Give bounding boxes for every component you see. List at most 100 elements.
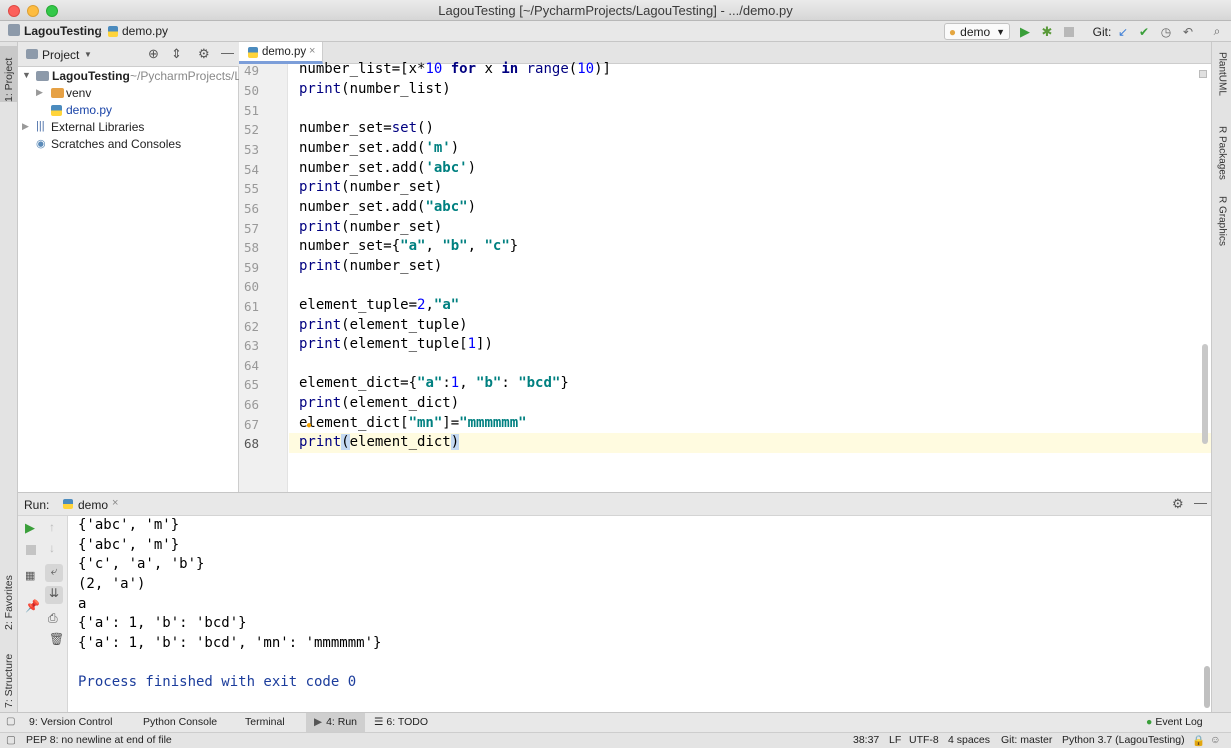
tree-item-demo-py[interactable]: demo.py (18, 102, 239, 119)
breadcrumb-project[interactable]: LagouTesting (24, 24, 102, 38)
line-number: 67 (243, 417, 259, 432)
gear-icon[interactable]: ⚙ (198, 46, 210, 62)
line-number: 49 (243, 63, 259, 78)
pin-icon[interactable]: 📌 (25, 599, 40, 613)
inspector-icon[interactable]: ☺ (1210, 734, 1221, 746)
arrow-down-icon[interactable]: ↓ (49, 541, 55, 555)
code-line: print(number_set) (299, 179, 443, 195)
line-number: 61 (243, 299, 259, 314)
status-icon[interactable]: ▢ (6, 734, 16, 746)
revert-icon[interactable]: ↶ (1181, 23, 1195, 40)
title-bar: LagouTesting [~/PycharmProjects/LagouTes… (0, 0, 1231, 21)
run-config-tab[interactable]: demo (78, 498, 108, 512)
hide-panel-icon[interactable]: — (221, 45, 234, 60)
list-icon: ☰ (374, 716, 384, 728)
locate-icon[interactable]: ⊕ (148, 46, 159, 62)
file-encoding[interactable]: UTF-8 (909, 734, 939, 746)
tab-run[interactable]: ▶ 4: Run (306, 713, 366, 732)
toggle-tool-windows-icon[interactable]: ▢ (6, 716, 15, 727)
code-line: element_tuple=2,"a" (299, 297, 460, 313)
run-config-label: demo (960, 24, 991, 39)
library-icon: ||| (36, 120, 45, 132)
python-file-icon (108, 26, 118, 37)
tab-label: Python Console (143, 716, 218, 728)
line-number: 60 (243, 279, 259, 294)
status-bar: ▢ PEP 8: no newline at end of file 38:37… (0, 732, 1231, 748)
console-scrollbar-thumb[interactable] (1204, 666, 1210, 708)
navigation-bar: LagouTesting › demo.py ● demo ▼ ▶ ✱ Git:… (0, 21, 1231, 42)
line-number: 66 (243, 397, 259, 412)
run-icon: ▶ (314, 716, 323, 728)
close-icon[interactable]: × (309, 45, 315, 57)
python-icon: ● (948, 24, 957, 39)
line-separator[interactable]: LF (889, 734, 901, 746)
scroll-to-end-icon[interactable]: ⇊ (45, 586, 63, 604)
project-panel: Project ▼ ⊕ ⇕ ⚙ — ▼ LagouTesting ~/Pycha… (18, 42, 239, 492)
print-icon[interactable]: ⎙ (48, 611, 58, 626)
line-number: 51 (243, 103, 259, 118)
stop-icon[interactable] (26, 545, 36, 555)
tab-todo[interactable]: ☰ 6: TODO (374, 716, 428, 728)
tab-version-control[interactable]: 9: Version Control (29, 716, 112, 728)
tree-item-scratches[interactable]: ◉ Scratches and Consoles (18, 136, 239, 153)
console-line: {'abc', 'm'} (78, 537, 180, 553)
tab-label: Event Log (1155, 716, 1203, 728)
close-icon[interactable]: × (112, 497, 118, 509)
lock-icon[interactable]: 🔒 (1192, 734, 1205, 747)
breadcrumb-file[interactable]: demo.py (122, 24, 168, 38)
console-output[interactable]: {'abc', 'm'} {'abc', 'm'} {'c', 'a', 'b'… (68, 516, 1211, 712)
collapse-all-icon[interactable]: ⇕ (171, 46, 182, 62)
structure-tool-tab[interactable]: 7: Structure (0, 638, 17, 708)
soft-wrap-icon[interactable]: ⤶ (45, 564, 63, 582)
tree-item-project-root[interactable]: ▼ LagouTesting ~/PycharmProjects/L (18, 68, 239, 85)
tree-item-external-libraries[interactable]: ▶ ||| External Libraries (18, 119, 239, 136)
tree-item-venv[interactable]: ▶ venv (18, 85, 239, 102)
rerun-icon[interactable]: ▶ (25, 520, 35, 536)
history-icon[interactable]: ◷ (1159, 23, 1173, 40)
left-tool-strip: 1: Project 2: Favorites 7: Structure (0, 42, 18, 712)
run-config-select[interactable]: ● demo ▼ (944, 23, 1010, 40)
tab-event-log[interactable]: ● Event Log (1146, 716, 1203, 728)
scratches-icon: ◉ (36, 138, 46, 150)
stop-button[interactable] (1062, 23, 1076, 40)
layout-icon[interactable]: ▦ (25, 569, 35, 582)
r-packages-tool-tab[interactable]: R Packages (1214, 126, 1230, 186)
favorites-tool-tab[interactable]: 2: Favorites (0, 550, 17, 630)
gear-icon[interactable]: ⚙ (1172, 496, 1184, 512)
code-line: element_dict={"a":1, "b": "bcd"} (299, 375, 569, 391)
code-line: print(element_dict) (299, 434, 460, 450)
code-editor[interactable]: 49 50 52 51 53 54 55 56 57 58 59 60 61 6… (239, 61, 1211, 492)
indent-setting[interactable]: 4 spaces (948, 734, 990, 746)
tab-label: 6: TODO (386, 716, 429, 728)
git-branch[interactable]: Git: master (1001, 734, 1052, 746)
run-toolbar: ▶ ↑ ↓ ⤶ ▦ ⇊ 📌 ⎙ 🗑 (18, 516, 68, 712)
chevron-right-icon[interactable]: ▶ (36, 87, 43, 98)
debug-icon[interactable]: ✱ (1039, 23, 1055, 40)
chevron-right-icon: › (98, 24, 102, 38)
git-commit-icon[interactable]: ✔ (1137, 23, 1151, 40)
project-view-select[interactable]: Project (42, 48, 79, 62)
chevron-down-icon[interactable]: ▼ (22, 70, 31, 80)
chevron-down-icon[interactable]: ▼ (84, 50, 92, 59)
python-interpreter[interactable]: Python 3.7 (LagouTesting) (1062, 734, 1185, 746)
line-number: 59 (243, 260, 259, 275)
search-icon[interactable]: ⌕ (1210, 23, 1224, 40)
caret-position[interactable]: 38:37 (853, 734, 879, 746)
hide-panel-icon[interactable]: — (1194, 495, 1207, 510)
line-number: 56 (243, 201, 259, 216)
console-line: {'c', 'a', 'b'} (78, 556, 205, 572)
python-file-icon (51, 105, 62, 116)
plantuml-tool-tab[interactable]: PlantUML (1214, 52, 1230, 112)
r-graphics-tool-tab[interactable]: R Graphics (1214, 196, 1230, 256)
run-button[interactable]: ▶ (1018, 23, 1032, 40)
chevron-right-icon[interactable]: ▶ (22, 121, 29, 132)
tab-terminal[interactable]: Terminal (245, 716, 285, 728)
arrow-up-icon[interactable]: ↑ (49, 520, 55, 534)
trash-icon[interactable]: 🗑 (49, 632, 64, 646)
lightbulb-icon[interactable]: ● (306, 420, 312, 431)
editor-scrollbar-thumb[interactable] (1202, 344, 1208, 444)
inspection-indicator[interactable] (1199, 70, 1207, 78)
git-update-icon[interactable]: ↙ (1116, 23, 1130, 40)
tab-python-console[interactable]: Python Console (143, 716, 217, 728)
project-tool-tab[interactable]: 1: Project (0, 46, 17, 102)
